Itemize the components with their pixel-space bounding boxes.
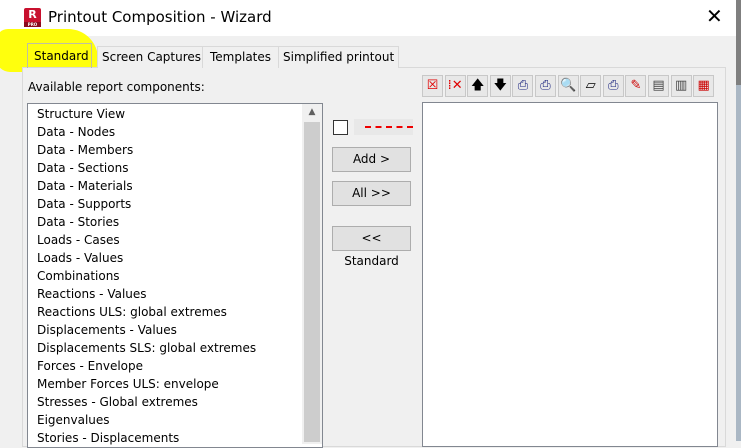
report-components-list[interactable]	[422, 102, 718, 447]
page-break-checkbox[interactable]	[333, 120, 348, 135]
print-exclude-icon[interactable]: ⎙	[535, 75, 556, 97]
tab-label: Screen Captures	[102, 50, 202, 64]
tab-templates[interactable]: Templates	[202, 46, 280, 68]
list-item[interactable]: Data - Stories	[37, 215, 119, 229]
list-item[interactable]: Reactions - Values	[37, 287, 147, 301]
preview-icon[interactable]: 🔍	[557, 75, 579, 97]
edit-icon[interactable]: ✎	[625, 75, 647, 97]
list-item[interactable]: Reactions ULS: global extremes	[37, 305, 227, 319]
list-item[interactable]: Forces - Envelope	[37, 359, 143, 373]
page-setup-icon[interactable]: ▱	[580, 75, 602, 97]
add-all-button[interactable]: All >>	[332, 181, 411, 206]
list-item[interactable]: Data - Sections	[37, 161, 128, 175]
list-item[interactable]: Data - Materials	[37, 179, 133, 193]
standard-button[interactable]: << Standard	[332, 226, 411, 268]
tab-simplified-printout[interactable]: Simplified printout	[278, 46, 400, 68]
tab-label: Templates	[210, 50, 272, 64]
list-item[interactable]: Member Forces ULS: envelope	[37, 377, 219, 391]
close-icon[interactable]: ✕	[706, 6, 723, 26]
printer-icon[interactable]: ⎙	[602, 75, 624, 97]
page-layout-icon[interactable]: ▦	[693, 75, 715, 97]
list-item[interactable]: Data - Supports	[37, 197, 131, 211]
list-item[interactable]: Displacements SLS: global extremes	[37, 341, 256, 355]
list-item[interactable]: Structure View	[37, 107, 125, 121]
background-app-toolbar	[736, 0, 741, 85]
list-item[interactable]: Eigenvalues	[37, 413, 110, 427]
list-item[interactable]: Data - Nodes	[37, 125, 115, 139]
print-check-icon[interactable]: ⎙	[512, 75, 534, 97]
delete-icon[interactable]: ☒	[422, 75, 443, 97]
available-components-list[interactable]: Structure View Data - Nodes Data - Members…	[27, 103, 323, 448]
save-template-icon[interactable]: ▤	[648, 75, 669, 97]
list-item[interactable]: Loads - Values	[37, 251, 123, 265]
list-item[interactable]: Stresses - Global extremes	[37, 395, 198, 409]
tab-label: Simplified printout	[283, 50, 395, 64]
list-item[interactable]: Loads - Cases	[37, 233, 120, 247]
tab-label: Standard	[34, 49, 89, 63]
window-title: Printout Composition - Wizard	[48, 8, 272, 26]
list-item[interactable]: Data - Members	[37, 143, 133, 157]
delete-all-icon[interactable]: ⁞✕	[444, 75, 466, 97]
scrollbar-thumb[interactable]	[304, 122, 320, 442]
list-item[interactable]: Stories - Displacements	[37, 431, 179, 445]
scroll-up-icon[interactable]: ▲	[302, 104, 322, 121]
app-logo-icon: R PRO	[24, 8, 41, 27]
tab-screen-captures[interactable]: Screen Captures	[97, 46, 207, 68]
add-button[interactable]: Add >	[332, 147, 411, 172]
app-logo-letter: R	[28, 8, 37, 21]
available-components-label: Available report components:	[28, 80, 205, 94]
load-template-icon[interactable]: ▥	[670, 75, 692, 97]
arrow-down-icon[interactable]: 🡇	[489, 75, 511, 97]
arrow-up-icon[interactable]: 🡅	[467, 75, 489, 97]
app-logo-sub: PRO	[24, 22, 41, 27]
dashed-line	[365, 126, 413, 128]
list-item[interactable]: Displacements - Values	[37, 323, 177, 337]
tab-standard[interactable]: Standard	[27, 43, 92, 68]
list-item[interactable]: Combinations	[37, 269, 120, 283]
